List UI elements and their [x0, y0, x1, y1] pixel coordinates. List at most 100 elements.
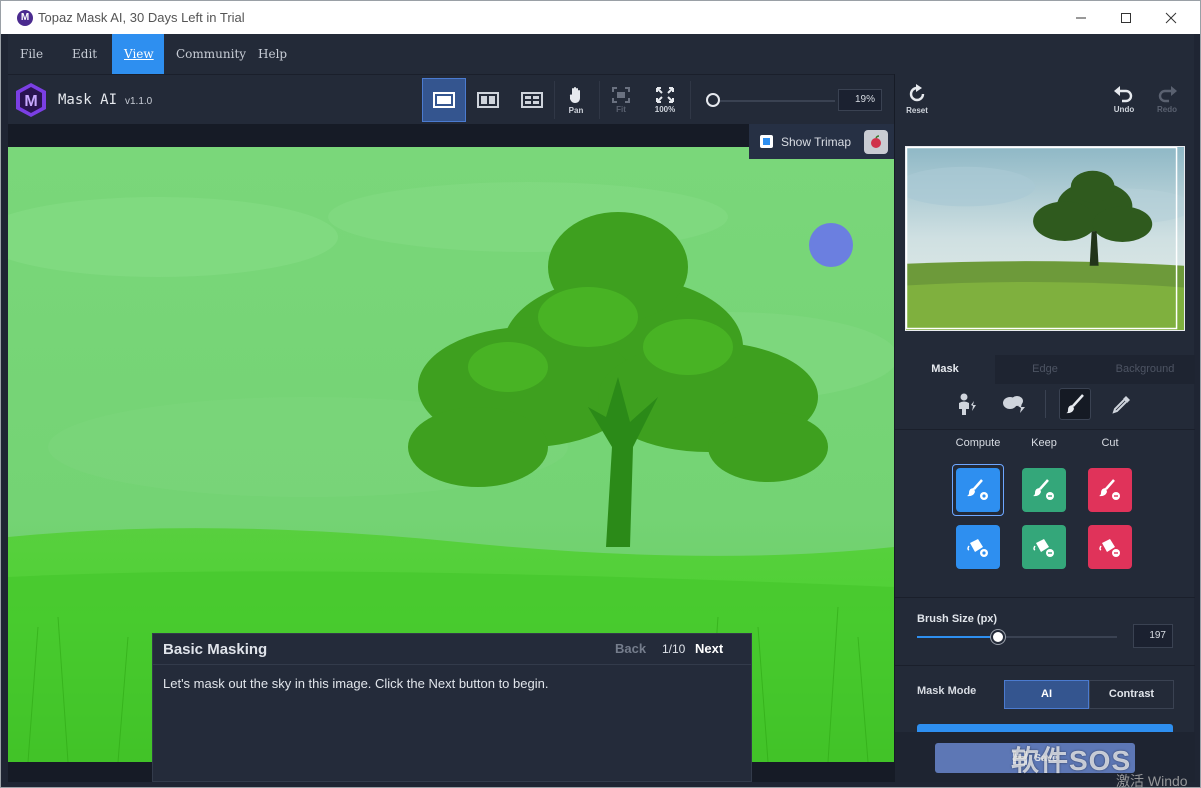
- show-trimap-toggle[interactable]: Show Trimap: [749, 124, 894, 159]
- undo-icon: [1114, 85, 1133, 102]
- reset-icon: [909, 83, 925, 101]
- compute-brush-icon: [967, 479, 988, 500]
- mask-mode-ai-button[interactable]: AI: [1004, 680, 1089, 709]
- image-canvas[interactable]: Show Trimap Basic Masking Back 1/10 Next…: [8, 124, 894, 782]
- single-view-button[interactable]: [422, 78, 466, 122]
- cut-column-label: Cut: [1101, 437, 1119, 449]
- mask-ai-logo-icon: M: [16, 83, 46, 117]
- actual-size-label: 100%: [654, 104, 676, 114]
- menu-file[interactable]: File: [8, 34, 55, 74]
- toolbar-divider: [690, 81, 691, 119]
- tool-divider: [1045, 390, 1046, 418]
- reset-button[interactable]: Reset: [895, 77, 939, 121]
- cut-brush-icon: [1099, 479, 1120, 500]
- show-trimap-label: Show Trimap: [781, 134, 852, 149]
- compute-mask-button[interactable]: [917, 724, 1173, 732]
- zoom-slider-track[interactable]: [720, 100, 835, 102]
- cut-fill-icon: [1099, 539, 1120, 557]
- single-view-icon: [433, 92, 455, 108]
- menu-edit[interactable]: Edit: [60, 34, 109, 74]
- section-divider: [895, 597, 1195, 598]
- right-toolbar: Reset Undo Redo: [894, 74, 1194, 124]
- cut-fill-button[interactable]: [1088, 525, 1132, 569]
- undo-label: Undo: [1113, 104, 1135, 114]
- panel-tabs: Mask Edge Background: [895, 355, 1195, 384]
- window-title: Topaz Mask AI, 30 Days Left in Trial: [38, 10, 245, 25]
- compute-fill-icon: [967, 539, 988, 557]
- mask-mode-contrast-button[interactable]: Contrast: [1089, 680, 1174, 709]
- menu-bar: File Edit View Community Help: [8, 34, 1194, 74]
- objects-icon: [1003, 396, 1025, 413]
- redo-button[interactable]: Redo: [1145, 77, 1189, 121]
- person-icon: [959, 393, 976, 415]
- section-divider: [895, 665, 1195, 666]
- app-logo-icon: M: [17, 10, 33, 26]
- tutorial-back-button[interactable]: Back: [615, 641, 646, 656]
- undo-button[interactable]: Undo: [1102, 77, 1146, 121]
- zoom-input[interactable]: 19%: [838, 89, 882, 111]
- brush-icon: [1066, 394, 1084, 414]
- reset-label: Reset: [906, 105, 928, 115]
- pan-button[interactable]: Pan: [554, 78, 598, 122]
- show-trimap-checkbox[interactable]: [760, 135, 773, 148]
- brush-size-input[interactable]: 197: [1133, 624, 1173, 648]
- maximize-icon: [1121, 12, 1131, 23]
- brush-tool-button[interactable]: [1059, 388, 1091, 420]
- tab-background[interactable]: Background: [1095, 355, 1195, 384]
- tab-edge[interactable]: Edge: [995, 355, 1095, 384]
- pan-label: Pan: [568, 105, 584, 115]
- actual-size-button[interactable]: 100%: [643, 78, 687, 122]
- tab-mask[interactable]: Mask: [895, 355, 995, 384]
- tutorial-divider: [153, 664, 751, 665]
- menu-community[interactable]: Community: [164, 34, 258, 74]
- hand-icon: [569, 86, 580, 103]
- maximize-button[interactable]: [1103, 1, 1149, 34]
- brush-size-label: Brush Size (px): [917, 613, 998, 625]
- keep-brush-button[interactable]: [1022, 468, 1066, 512]
- minimize-button[interactable]: [1058, 1, 1104, 34]
- tutorial-panel: Basic Masking Back 1/10 Next Let's mask …: [152, 633, 752, 782]
- objects-tool-button[interactable]: [998, 388, 1030, 420]
- brush-size-slider-knob[interactable]: [991, 630, 1005, 644]
- right-panel: Mask Edge Background Compute Keep Cut Br…: [894, 124, 1195, 782]
- close-icon: [1165, 12, 1177, 23]
- menu-help[interactable]: Help: [246, 34, 299, 74]
- redo-label: Redo: [1157, 104, 1177, 114]
- fit-button[interactable]: Fit: [599, 78, 643, 122]
- split-view-button[interactable]: [466, 78, 510, 122]
- person-tool-button[interactable]: [951, 388, 983, 420]
- compute-fill-button[interactable]: [956, 525, 1000, 569]
- watermark-activate-text: 激活 Windo: [1116, 773, 1188, 788]
- zoom-slider-knob[interactable]: [706, 93, 720, 107]
- redo-icon: [1158, 85, 1177, 102]
- menu-view[interactable]: View: [112, 34, 164, 74]
- apple-icon: [871, 134, 882, 148]
- fit-icon: [612, 86, 630, 103]
- split-view-icon: [477, 92, 499, 108]
- tutorial-next-button[interactable]: Next: [695, 641, 723, 656]
- title-bar: M Topaz Mask AI, 30 Days Left in Trial: [1, 1, 1200, 34]
- expand-icon: [656, 86, 674, 103]
- cut-brush-button[interactable]: [1088, 468, 1132, 512]
- minimize-icon: [1076, 17, 1086, 18]
- keep-fill-button[interactable]: [1022, 525, 1066, 569]
- compute-column-label: Compute: [955, 437, 1001, 449]
- keep-column-label: Keep: [1031, 437, 1057, 449]
- apple-icon-button[interactable]: [864, 129, 889, 154]
- mask-mode-label: Mask Mode: [917, 685, 977, 697]
- app-name: Mask AI: [58, 92, 118, 108]
- compute-brush-button[interactable]: [956, 468, 1000, 512]
- keep-brush-icon: [1033, 479, 1054, 500]
- fit-label: Fit: [616, 104, 626, 114]
- navigator-preview[interactable]: [905, 146, 1185, 331]
- eyedropper-icon: [1112, 396, 1130, 414]
- app-version: v1.1.0: [125, 96, 153, 107]
- section-divider: [895, 429, 1195, 430]
- brush-size-slider-fill: [917, 636, 998, 638]
- eyedropper-tool-button[interactable]: [1106, 388, 1138, 420]
- side-by-side-button[interactable]: [510, 78, 554, 122]
- tutorial-body: Let's mask out the sky in this image. Cl…: [163, 676, 549, 691]
- app-window: M Topaz Mask AI, 30 Days Left in Trial F…: [0, 0, 1201, 788]
- close-button[interactable]: [1148, 1, 1194, 34]
- watermark-text: 软件SOS: [1011, 745, 1132, 776]
